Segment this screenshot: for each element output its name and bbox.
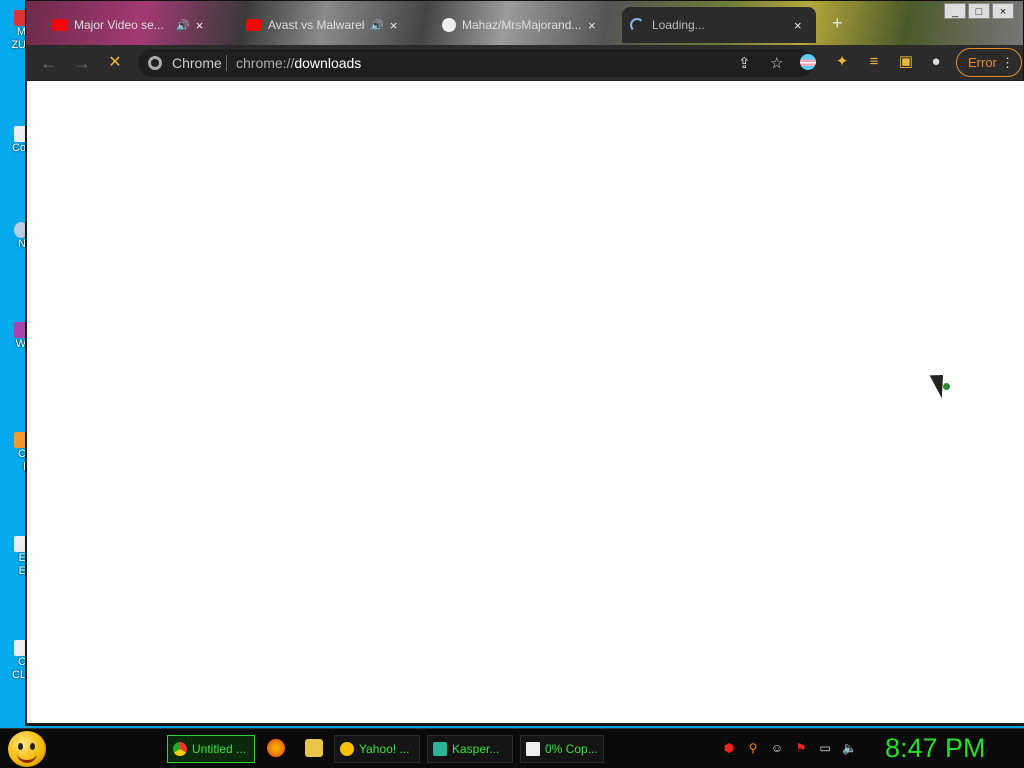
- maximize-button[interactable]: □: [968, 3, 990, 19]
- toolbar: ← → ✕ Chrome chrome://downloads ⇪ ☆ ✦ ≡ …: [26, 45, 1023, 80]
- profile-error-button[interactable]: Error ⋮: [956, 48, 1022, 77]
- cursor-busy-indicator: [943, 383, 950, 390]
- desktop: M ZU Co N W C I E E C CL: [0, 0, 28, 728]
- desktop-icon-label: C CL: [11, 656, 26, 681]
- minimize-button[interactable]: _: [944, 3, 966, 19]
- bookmark-star-icon[interactable]: ☆: [770, 54, 783, 72]
- tab-2[interactable]: Avast vs Malwareb... 🔊 ×: [238, 7, 434, 43]
- tab-title: Loading...: [652, 18, 705, 32]
- action-center-flag-icon[interactable]: ⚑: [794, 741, 808, 755]
- taskbar-item-label: 0% Cop...: [545, 742, 598, 756]
- site-origin-chip: Chrome: [172, 55, 222, 71]
- folder-icon[interactable]: [305, 739, 323, 757]
- error-label: Error: [968, 55, 997, 70]
- taskbar-item-chrome[interactable]: Untitled ...: [167, 735, 255, 763]
- desktop-icon-1[interactable]: M ZU: [2, 10, 28, 52]
- 7zip-icon: [526, 742, 540, 756]
- network-icon[interactable]: ▭: [818, 741, 832, 755]
- taskbar-item-label: Untitled ...: [192, 742, 247, 756]
- tab-title: Avast vs Malwareb...: [268, 18, 364, 32]
- chrome-site-icon: [148, 56, 162, 70]
- search-tray-icon[interactable]: ⚲: [746, 741, 760, 755]
- tab-1[interactable]: Major Video se... 🔊 ×: [44, 7, 244, 43]
- volume-icon[interactable]: 🔈: [842, 741, 857, 755]
- speaker-icon[interactable]: 🔊: [370, 19, 384, 32]
- desktop-icon-label: M ZU: [11, 26, 26, 51]
- start-button[interactable]: [8, 731, 46, 767]
- chrome-icon: [173, 742, 187, 756]
- tab-title: Mahaz/MrsMajorand...: [462, 18, 582, 32]
- desktop-icon-4[interactable]: W: [2, 322, 28, 351]
- back-button[interactable]: ←: [38, 52, 60, 74]
- desktop-icon-7[interactable]: C CL: [2, 640, 28, 682]
- youtube-icon: [246, 19, 262, 31]
- close-icon[interactable]: ×: [794, 18, 802, 33]
- desktop-icon-5[interactable]: C I: [2, 432, 28, 474]
- share-icon[interactable]: ⇪: [738, 54, 751, 72]
- forward-button[interactable]: →: [71, 52, 93, 74]
- desktop-icon-6[interactable]: E E: [2, 536, 28, 578]
- tab-strip: Major Video se... 🔊 × Avast vs Malwareb.…: [26, 1, 1023, 45]
- divider: [226, 55, 227, 71]
- extensions-puzzle-icon[interactable]: ✦: [832, 52, 852, 72]
- firefox-icon[interactable]: [267, 739, 285, 757]
- new-tab-button[interactable]: +: [832, 13, 843, 34]
- tab-title: Major Video se...: [74, 18, 164, 32]
- taskbar-item-yahoo[interactable]: Yahoo! ...: [334, 735, 420, 763]
- speaker-icon[interactable]: 🔊: [176, 19, 190, 32]
- url-scheme: chrome://: [236, 55, 295, 71]
- close-window-button[interactable]: ×: [992, 3, 1014, 19]
- url-text[interactable]: chrome://downloads: [236, 55, 361, 71]
- close-icon[interactable]: ×: [390, 18, 398, 33]
- page-content-area: [27, 81, 1024, 723]
- extension-flag-icon[interactable]: [800, 54, 816, 70]
- taskbar-item-label: Yahoo! ...: [359, 742, 410, 756]
- loading-spinner-icon: [630, 18, 644, 32]
- side-panel-icon[interactable]: ▣: [896, 52, 916, 72]
- profile-avatar-icon[interactable]: ●: [926, 52, 946, 72]
- security-shield-icon[interactable]: ⬢: [722, 741, 736, 755]
- yahoo-messenger-icon: [340, 742, 354, 756]
- messenger-tray-icon[interactable]: ☺: [770, 741, 784, 755]
- taskbar: Untitled ... Yahoo! ... Kasper... 0% Cop…: [0, 728, 1024, 768]
- youtube-icon: [52, 19, 68, 31]
- github-icon: [442, 18, 456, 32]
- close-icon[interactable]: ×: [196, 18, 204, 33]
- menu-dots-icon[interactable]: ⋮: [1001, 49, 1014, 76]
- tab-3[interactable]: Mahaz/MrsMajorand... ×: [434, 7, 620, 43]
- close-icon[interactable]: ×: [588, 18, 596, 33]
- taskbar-item-kaspersky[interactable]: Kasper...: [427, 735, 513, 763]
- desktop-icon-3[interactable]: N: [2, 222, 28, 251]
- media-control-icon[interactable]: ≡: [864, 52, 884, 72]
- system-clock[interactable]: 8:47 PM: [885, 733, 986, 764]
- address-bar[interactable]: Chrome chrome://downloads ⇪ ☆: [138, 49, 814, 77]
- kaspersky-icon: [433, 742, 447, 756]
- stop-loading-button[interactable]: ✕: [104, 52, 126, 74]
- tab-4-active[interactable]: Loading... ×: [622, 7, 816, 43]
- desktop-icon-label: Co: [11, 142, 26, 154]
- taskbar-item-7zip[interactable]: 0% Cop...: [520, 735, 604, 763]
- desktop-icon-2[interactable]: Co: [2, 126, 28, 155]
- browser-window: Major Video se... 🔊 × Avast vs Malwareb.…: [25, 0, 1024, 726]
- taskbar-item-label: Kasper...: [452, 742, 500, 756]
- url-path: downloads: [294, 55, 362, 71]
